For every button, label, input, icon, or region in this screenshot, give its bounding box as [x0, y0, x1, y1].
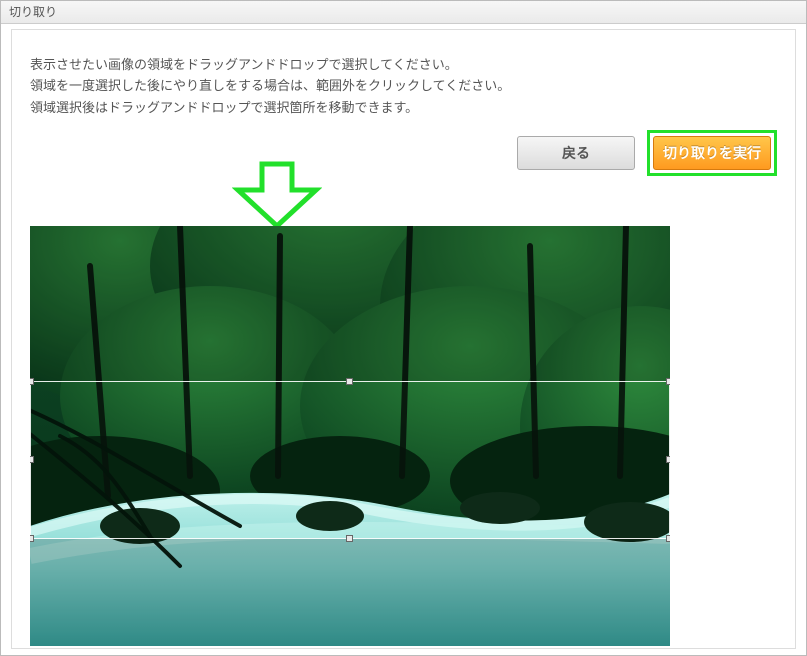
crop-dialog: 切り取り 表示させたい画像の領域をドラッグアンドドロップで選択してください。 領… — [0, 0, 807, 656]
crop-handle-top-left[interactable] — [30, 378, 34, 385]
crop-handle-bottom[interactable] — [346, 535, 353, 542]
crop-handle-right[interactable] — [666, 456, 670, 463]
instructions-block: 表示させたい画像の領域をドラッグアンドドロップで選択してください。 領域を一度選… — [12, 30, 795, 126]
dialog-panel: 表示させたい画像の領域をドラッグアンドドロップで選択してください。 領域を一度選… — [11, 29, 796, 649]
execute-crop-button[interactable]: 切り取りを実行 — [653, 136, 771, 170]
instruction-line: 領域を一度選択した後にやり直しをする場合は、範囲外をクリックしてください。 — [30, 75, 777, 96]
button-row: 戻る 切り取りを実行 — [12, 126, 795, 186]
crop-handle-top[interactable] — [346, 378, 353, 385]
crop-selection[interactable] — [30, 381, 670, 539]
execute-crop-highlight: 切り取りを実行 — [647, 130, 777, 176]
back-button[interactable]: 戻る — [517, 136, 635, 170]
instruction-line: 領域選択後はドラッグアンドドロップで選択箇所を移動できます。 — [30, 97, 777, 118]
instruction-line: 表示させたい画像の領域をドラッグアンドドロップで選択してください。 — [30, 54, 777, 75]
crop-handle-bottom-right[interactable] — [666, 535, 670, 542]
crop-handle-top-right[interactable] — [666, 378, 670, 385]
crop-image-area[interactable] — [30, 226, 670, 646]
crop-handle-left[interactable] — [30, 456, 34, 463]
dialog-title: 切り取り — [1, 1, 806, 24]
crop-handle-bottom-left[interactable] — [30, 535, 34, 542]
